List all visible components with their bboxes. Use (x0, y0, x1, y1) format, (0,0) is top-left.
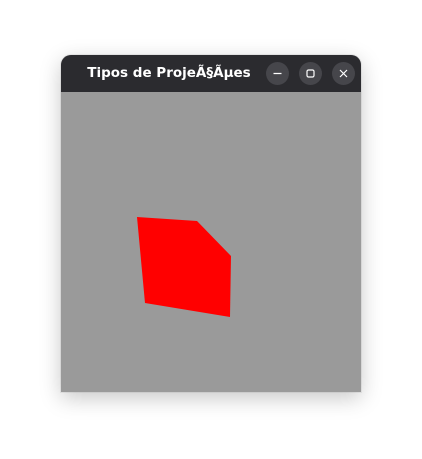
title-bar[interactable]: Tipos de ProjeÃ§Ãµes (61, 55, 361, 92)
projected-shape (137, 217, 231, 317)
projection-drawing (137, 217, 231, 317)
render-canvas[interactable] (61, 92, 361, 392)
maximize-button[interactable] (299, 62, 322, 85)
minimize-icon (273, 72, 282, 75)
close-button[interactable] (332, 62, 355, 85)
app-window: Tipos de ProjeÃ§Ãµes (61, 55, 361, 392)
window-title: Tipos de ProjeÃ§Ãµes (87, 65, 251, 81)
close-icon (339, 69, 348, 78)
maximize-icon (306, 69, 315, 78)
minimize-button[interactable] (266, 62, 289, 85)
